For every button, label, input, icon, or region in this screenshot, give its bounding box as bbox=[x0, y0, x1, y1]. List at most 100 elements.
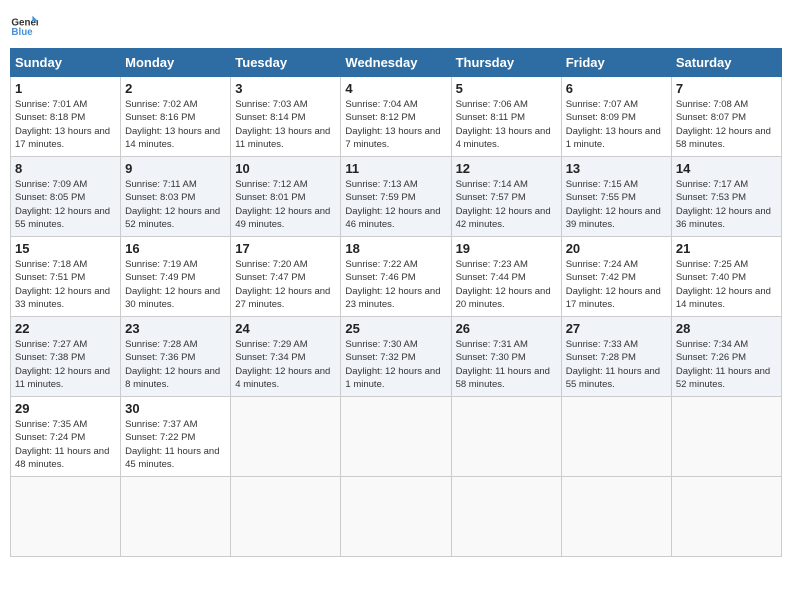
calendar-cell: 27 Sunrise: 7:33 AMSunset: 7:28 PMDayligh… bbox=[561, 317, 671, 397]
day-number: 9 bbox=[125, 161, 226, 176]
day-number: 20 bbox=[566, 241, 667, 256]
day-info: Sunrise: 7:06 AMSunset: 8:11 PMDaylight:… bbox=[456, 98, 557, 151]
logo: General Blue bbox=[10, 10, 38, 38]
day-info: Sunrise: 7:18 AMSunset: 7:51 PMDaylight:… bbox=[15, 258, 116, 311]
day-info: Sunrise: 7:25 AMSunset: 7:40 PMDaylight:… bbox=[676, 258, 777, 311]
day-number: 5 bbox=[456, 81, 557, 96]
calendar-cell bbox=[671, 477, 781, 557]
calendar-cell: 29 Sunrise: 7:35 AMSunset: 7:24 PMDayligh… bbox=[11, 397, 121, 477]
day-info: Sunrise: 7:29 AMSunset: 7:34 PMDaylight:… bbox=[235, 338, 336, 391]
calendar-table: Sunday Monday Tuesday Wednesday Thursday… bbox=[10, 48, 782, 557]
calendar-cell bbox=[341, 477, 451, 557]
day-info: Sunrise: 7:22 AMSunset: 7:46 PMDaylight:… bbox=[345, 258, 446, 311]
col-sunday: Sunday bbox=[11, 49, 121, 77]
day-info: Sunrise: 7:31 AMSunset: 7:30 PMDaylight:… bbox=[456, 338, 557, 391]
calendar-cell: 30Sunrise: 7:37 AMSunset: 7:22 PMDayligh… bbox=[121, 397, 231, 477]
calendar-cell bbox=[451, 397, 561, 477]
col-thursday: Thursday bbox=[451, 49, 561, 77]
calendar-cell: 21Sunrise: 7:25 AMSunset: 7:40 PMDayligh… bbox=[671, 237, 781, 317]
day-info: Sunrise: 7:27 AMSunset: 7:38 PMDaylight:… bbox=[15, 338, 116, 391]
day-info: Sunrise: 7:17 AMSunset: 7:53 PMDaylight:… bbox=[676, 178, 777, 231]
day-number: 13 bbox=[566, 161, 667, 176]
day-number: 11 bbox=[345, 161, 446, 176]
day-info: Sunrise: 7:07 AMSunset: 8:09 PMDaylight:… bbox=[566, 98, 667, 151]
day-number: 23 bbox=[125, 321, 226, 336]
calendar-cell: 10 Sunrise: 7:12 AMSunset: 8:01 PMDayligh… bbox=[231, 157, 341, 237]
calendar-cell: 5 Sunrise: 7:06 AMSunset: 8:11 PMDaylight… bbox=[451, 77, 561, 157]
day-number: 19 bbox=[456, 241, 557, 256]
calendar-row: 1Sunrise: 7:01 AMSunset: 8:18 PMDaylight… bbox=[11, 77, 782, 157]
day-number: 6 bbox=[566, 81, 667, 96]
day-info: Sunrise: 7:09 AMSunset: 8:05 PMDaylight:… bbox=[15, 178, 116, 231]
calendar-cell: 26 Sunrise: 7:31 AMSunset: 7:30 PMDayligh… bbox=[451, 317, 561, 397]
day-info: Sunrise: 7:30 AMSunset: 7:32 PMDaylight:… bbox=[345, 338, 446, 391]
calendar-cell: 11 Sunrise: 7:13 AMSunset: 7:59 PMDayligh… bbox=[341, 157, 451, 237]
calendar-cell: 2Sunrise: 7:02 AMSunset: 8:16 PMDaylight… bbox=[121, 77, 231, 157]
calendar-cell: 18 Sunrise: 7:22 AMSunset: 7:46 PMDayligh… bbox=[341, 237, 451, 317]
day-number: 7 bbox=[676, 81, 777, 96]
day-number: 25 bbox=[345, 321, 446, 336]
calendar-cell: 17Sunrise: 7:20 AMSunset: 7:47 PMDayligh… bbox=[231, 237, 341, 317]
calendar-cell: 13 Sunrise: 7:15 AMSunset: 7:55 PMDayligh… bbox=[561, 157, 671, 237]
calendar-cell: 9 Sunrise: 7:11 AMSunset: 8:03 PMDaylight… bbox=[121, 157, 231, 237]
calendar-cell bbox=[671, 397, 781, 477]
calendar-row: 8 Sunrise: 7:09 AMSunset: 8:05 PMDaylight… bbox=[11, 157, 782, 237]
day-info: Sunrise: 7:24 AMSunset: 7:42 PMDaylight:… bbox=[566, 258, 667, 311]
day-info: Sunrise: 7:34 AMSunset: 7:26 PMDaylight:… bbox=[676, 338, 777, 391]
day-info: Sunrise: 7:37 AMSunset: 7:22 PMDaylight:… bbox=[125, 418, 226, 471]
day-number: 22 bbox=[15, 321, 116, 336]
day-number: 28 bbox=[676, 321, 777, 336]
calendar-row bbox=[11, 477, 782, 557]
calendar-cell: 3 Sunrise: 7:03 AMSunset: 8:14 PMDaylight… bbox=[231, 77, 341, 157]
calendar-cell: 15 Sunrise: 7:18 AMSunset: 7:51 PMDayligh… bbox=[11, 237, 121, 317]
col-wednesday: Wednesday bbox=[341, 49, 451, 77]
calendar-cell: 7 Sunrise: 7:08 AMSunset: 8:07 PMDaylight… bbox=[671, 77, 781, 157]
day-number: 26 bbox=[456, 321, 557, 336]
col-friday: Friday bbox=[561, 49, 671, 77]
calendar-cell: 1Sunrise: 7:01 AMSunset: 8:18 PMDaylight… bbox=[11, 77, 121, 157]
calendar-cell: 19 Sunrise: 7:23 AMSunset: 7:44 PMDayligh… bbox=[451, 237, 561, 317]
day-number: 17 bbox=[235, 241, 336, 256]
day-number: 1 bbox=[15, 81, 116, 96]
calendar-cell bbox=[341, 397, 451, 477]
day-info: Sunrise: 7:14 AMSunset: 7:57 PMDaylight:… bbox=[456, 178, 557, 231]
day-info: Sunrise: 7:33 AMSunset: 7:28 PMDaylight:… bbox=[566, 338, 667, 391]
day-info: Sunrise: 7:12 AMSunset: 8:01 PMDaylight:… bbox=[235, 178, 336, 231]
calendar-cell: 14 Sunrise: 7:17 AMSunset: 7:53 PMDayligh… bbox=[671, 157, 781, 237]
day-info: Sunrise: 7:02 AMSunset: 8:16 PMDaylight:… bbox=[125, 98, 226, 151]
calendar-cell: 22 Sunrise: 7:27 AMSunset: 7:38 PMDayligh… bbox=[11, 317, 121, 397]
day-info: Sunrise: 7:13 AMSunset: 7:59 PMDaylight:… bbox=[345, 178, 446, 231]
calendar-header: Sunday Monday Tuesday Wednesday Thursday… bbox=[11, 49, 782, 77]
day-number: 15 bbox=[15, 241, 116, 256]
day-info: Sunrise: 7:03 AMSunset: 8:14 PMDaylight:… bbox=[235, 98, 336, 151]
calendar-cell: 6 Sunrise: 7:07 AMSunset: 8:09 PMDaylight… bbox=[561, 77, 671, 157]
col-monday: Monday bbox=[121, 49, 231, 77]
header-row: Sunday Monday Tuesday Wednesday Thursday… bbox=[11, 49, 782, 77]
calendar-cell bbox=[231, 477, 341, 557]
day-number: 3 bbox=[235, 81, 336, 96]
day-number: 10 bbox=[235, 161, 336, 176]
day-number: 8 bbox=[15, 161, 116, 176]
calendar-cell: 23Sunrise: 7:28 AMSunset: 7:36 PMDayligh… bbox=[121, 317, 231, 397]
logo-icon: General Blue bbox=[10, 10, 38, 38]
day-info: Sunrise: 7:23 AMSunset: 7:44 PMDaylight:… bbox=[456, 258, 557, 311]
calendar-body: 1Sunrise: 7:01 AMSunset: 8:18 PMDaylight… bbox=[11, 77, 782, 557]
day-info: Sunrise: 7:08 AMSunset: 8:07 PMDaylight:… bbox=[676, 98, 777, 151]
calendar-cell bbox=[561, 397, 671, 477]
calendar-row: 15 Sunrise: 7:18 AMSunset: 7:51 PMDayligh… bbox=[11, 237, 782, 317]
day-number: 18 bbox=[345, 241, 446, 256]
day-info: Sunrise: 7:35 AMSunset: 7:24 PMDaylight:… bbox=[15, 418, 116, 471]
calendar-cell: 4Sunrise: 7:04 AMSunset: 8:12 PMDaylight… bbox=[341, 77, 451, 157]
day-info: Sunrise: 7:11 AMSunset: 8:03 PMDaylight:… bbox=[125, 178, 226, 231]
day-number: 24 bbox=[235, 321, 336, 336]
day-number: 12 bbox=[456, 161, 557, 176]
calendar-cell bbox=[11, 477, 121, 557]
day-number: 27 bbox=[566, 321, 667, 336]
calendar-cell: 12 Sunrise: 7:14 AMSunset: 7:57 PMDayligh… bbox=[451, 157, 561, 237]
day-number: 14 bbox=[676, 161, 777, 176]
calendar-row: 29 Sunrise: 7:35 AMSunset: 7:24 PMDayligh… bbox=[11, 397, 782, 477]
day-number: 29 bbox=[15, 401, 116, 416]
calendar-cell bbox=[451, 477, 561, 557]
calendar-cell: 16Sunrise: 7:19 AMSunset: 7:49 PMDayligh… bbox=[121, 237, 231, 317]
day-info: Sunrise: 7:15 AMSunset: 7:55 PMDaylight:… bbox=[566, 178, 667, 231]
